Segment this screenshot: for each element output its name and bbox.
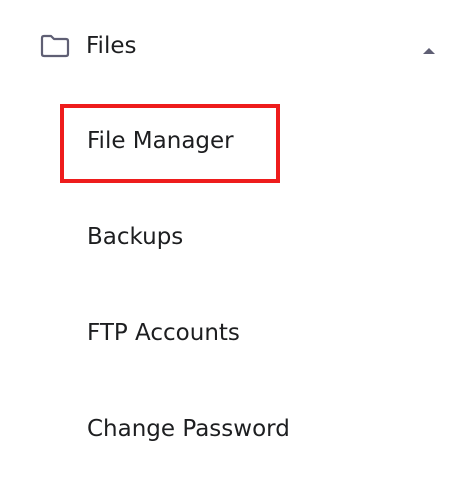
folder-icon [40,34,70,58]
submenu-item-change-password[interactable]: Change Password [62,397,362,461]
submenu-item-label: Backups [87,224,184,250]
section-title: Files [86,33,137,59]
submenu-item-file-manager[interactable]: File Manager [62,109,362,173]
files-menu: Files File Manager Backups FTP Accounts … [0,0,460,484]
submenu-item-backups[interactable]: Backups [62,205,362,269]
files-section-header[interactable]: Files [0,22,460,70]
caret-up-icon[interactable] [421,41,437,54]
submenu-item-label: FTP Accounts [87,320,240,346]
submenu-item-label: Change Password [87,416,290,442]
submenu-item-label: File Manager [87,128,234,154]
submenu-item-ftp-accounts[interactable]: FTP Accounts [62,301,362,365]
